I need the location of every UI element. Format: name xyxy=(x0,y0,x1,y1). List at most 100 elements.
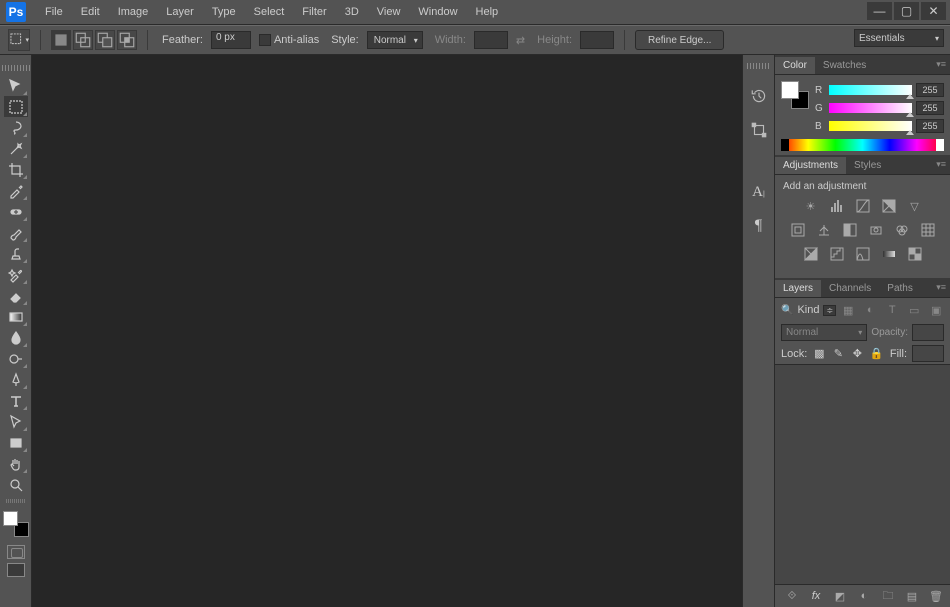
gradient-tool[interactable] xyxy=(4,306,28,327)
zoom-tool[interactable] xyxy=(4,474,28,495)
hue-icon[interactable] xyxy=(790,222,806,238)
clone-stamp-tool[interactable] xyxy=(4,243,28,264)
filter-shape-icon[interactable]: ▭ xyxy=(906,302,922,318)
history-panel-icon[interactable] xyxy=(748,85,770,107)
photo-filter-icon[interactable] xyxy=(868,222,884,238)
delete-layer-icon[interactable]: 🗑 xyxy=(928,588,944,604)
g-slider[interactable] xyxy=(829,103,912,113)
vibrance-icon[interactable]: ▽ xyxy=(907,198,923,214)
refine-edge-button[interactable]: Refine Edge... xyxy=(635,30,724,50)
menu-file[interactable]: File xyxy=(36,2,72,22)
paragraph-panel-icon[interactable]: ¶ xyxy=(748,215,770,237)
color-balance-icon[interactable] xyxy=(816,222,832,238)
b-slider[interactable] xyxy=(829,121,912,131)
tab-styles[interactable]: Styles xyxy=(846,157,889,174)
opacity-input[interactable] xyxy=(912,324,944,341)
pen-tool[interactable] xyxy=(4,369,28,390)
move-tool[interactable] xyxy=(4,75,28,96)
document-canvas[interactable] xyxy=(32,55,743,607)
selective-color-icon[interactable] xyxy=(907,246,923,262)
posterize-icon[interactable] xyxy=(829,246,845,262)
tab-layers[interactable]: Layers xyxy=(775,280,821,297)
lasso-tool[interactable] xyxy=(4,117,28,138)
fill-input[interactable] xyxy=(912,345,944,362)
lock-pixels-icon[interactable]: ✎ xyxy=(831,347,845,361)
blur-tool[interactable] xyxy=(4,327,28,348)
new-fill-layer-icon[interactable]: ◐ xyxy=(856,588,872,604)
color-spectrum[interactable] xyxy=(781,139,944,151)
workspace-selector[interactable]: Essentials xyxy=(854,29,944,47)
bw-icon[interactable] xyxy=(842,222,858,238)
layer-style-icon[interactable]: fx xyxy=(808,588,824,604)
app-logo[interactable]: Ps xyxy=(6,2,26,22)
exposure-icon[interactable] xyxy=(881,198,897,214)
lock-position-icon[interactable]: ✥ xyxy=(850,347,864,361)
dock-handle[interactable] xyxy=(747,63,771,69)
blend-mode-select[interactable]: Normal xyxy=(781,324,867,341)
gradient-map-icon[interactable] xyxy=(881,246,897,262)
magic-wand-tool[interactable] xyxy=(4,138,28,159)
menu-layer[interactable]: Layer xyxy=(157,2,203,22)
tab-color[interactable]: Color xyxy=(775,57,815,74)
filter-pixel-icon[interactable]: ▦ xyxy=(840,302,856,318)
new-group-icon[interactable]: 🗀 xyxy=(880,588,896,604)
invert-icon[interactable] xyxy=(803,246,819,262)
character-panel-icon[interactable]: A| xyxy=(748,181,770,203)
lock-transparency-icon[interactable]: ▩ xyxy=(812,347,826,361)
menu-image[interactable]: Image xyxy=(109,2,158,22)
tool-preset-icon[interactable]: ▾ xyxy=(8,29,30,51)
properties-panel-icon[interactable] xyxy=(748,119,770,141)
filter-adjustment-icon[interactable]: ◐ xyxy=(862,302,878,318)
tab-paths[interactable]: Paths xyxy=(879,280,921,297)
menu-help[interactable]: Help xyxy=(467,2,508,22)
eraser-tool[interactable] xyxy=(4,285,28,306)
dodge-tool[interactable] xyxy=(4,348,28,369)
selection-intersect-icon[interactable] xyxy=(117,30,137,50)
r-slider[interactable] xyxy=(829,85,912,95)
tab-adjustments[interactable]: Adjustments xyxy=(775,157,846,174)
menu-view[interactable]: View xyxy=(368,2,410,22)
menu-select[interactable]: Select xyxy=(245,2,294,22)
quick-mask-toggle[interactable] xyxy=(7,545,25,559)
selection-subtract-icon[interactable] xyxy=(95,30,115,50)
layer-mask-icon[interactable]: ◩ xyxy=(832,588,848,604)
brush-tool[interactable] xyxy=(4,222,28,243)
selection-add-icon[interactable] xyxy=(73,30,93,50)
filter-smart-icon[interactable]: ▣ xyxy=(928,302,944,318)
selection-new-icon[interactable] xyxy=(51,30,71,50)
r-value[interactable]: 255 xyxy=(916,83,944,97)
new-layer-icon[interactable]: ▤ xyxy=(904,588,920,604)
tab-swatches[interactable]: Swatches xyxy=(815,57,874,74)
window-maximize-button[interactable]: ▢ xyxy=(894,2,919,20)
hand-tool[interactable] xyxy=(4,453,28,474)
menu-edit[interactable]: Edit xyxy=(72,2,109,22)
color-swatch-pair[interactable] xyxy=(781,81,809,109)
style-select[interactable]: Normal xyxy=(367,31,423,49)
menu-window[interactable]: Window xyxy=(409,2,466,22)
g-value[interactable]: 255 xyxy=(916,101,944,115)
kind-dropdown[interactable]: ≑ xyxy=(823,305,836,316)
crop-tool[interactable] xyxy=(4,159,28,180)
menu-filter[interactable]: Filter xyxy=(293,2,335,22)
lock-all-icon[interactable]: 🔒 xyxy=(869,347,883,361)
menu-type[interactable]: Type xyxy=(203,2,245,22)
feather-input[interactable]: 0 px xyxy=(211,31,251,49)
curves-icon[interactable] xyxy=(855,198,871,214)
marquee-tool[interactable] xyxy=(4,96,28,117)
channel-mixer-icon[interactable] xyxy=(894,222,910,238)
b-value[interactable]: 255 xyxy=(916,119,944,133)
layers-list[interactable] xyxy=(775,364,950,585)
link-layers-icon[interactable]: ⟐ xyxy=(784,588,800,604)
window-close-button[interactable]: ✕ xyxy=(921,2,946,20)
rectangle-tool[interactable] xyxy=(4,432,28,453)
threshold-icon[interactable] xyxy=(855,246,871,262)
type-tool[interactable] xyxy=(4,390,28,411)
healing-brush-tool[interactable] xyxy=(4,201,28,222)
filter-type-icon[interactable]: T xyxy=(884,302,900,318)
menu-3d[interactable]: 3D xyxy=(336,2,368,22)
color-lookup-icon[interactable] xyxy=(920,222,936,238)
foreground-background-colors[interactable] xyxy=(3,511,29,537)
eyedropper-tool[interactable] xyxy=(4,180,28,201)
path-selection-tool[interactable] xyxy=(4,411,28,432)
adjustments-panel-menu-icon[interactable]: ▾≡ xyxy=(936,159,946,170)
